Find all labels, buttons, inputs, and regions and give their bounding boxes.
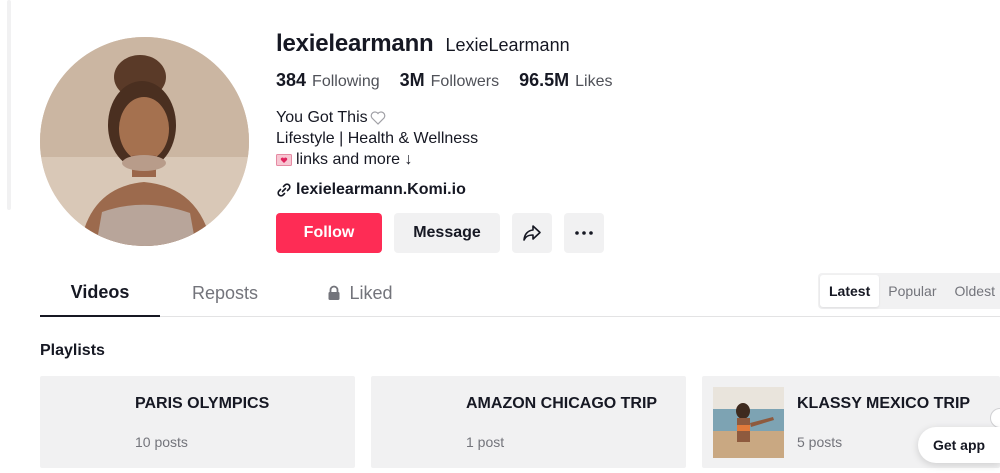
avatar-photo (40, 37, 249, 246)
playlist-title: KLASSY MEXICO TRIP (797, 395, 971, 412)
stat-number: 3M (399, 70, 425, 90)
stat-likes: 96.5M Likes (519, 70, 612, 91)
stat-number: 384 (276, 70, 307, 90)
sort-popular[interactable]: Popular (879, 275, 945, 307)
love-letter-icon (276, 153, 292, 166)
more-dots-icon (575, 231, 593, 235)
share-arrow-icon (523, 225, 541, 241)
profile-actions: Follow Message (276, 213, 604, 253)
bio-line-2: Lifestyle | Health & Wellness (276, 130, 479, 147)
stat-following[interactable]: 384 Following (276, 70, 380, 91)
username: lexielearmann (276, 30, 434, 57)
share-button[interactable] (512, 213, 552, 253)
stat-number: 96.5M (519, 70, 570, 90)
stat-label: Followers (430, 73, 500, 90)
playlist-card[interactable]: AMAZON CHICAGO TRIP 1 post (371, 376, 686, 468)
profile-stats: 384 Following 3M Followers 96.5M Likes (276, 70, 613, 91)
sort-toggle: Latest Popular Oldest (818, 273, 1000, 309)
sort-latest[interactable]: Latest (820, 275, 880, 307)
playlist-count: 5 posts (797, 434, 843, 450)
tab-videos[interactable]: Videos (40, 270, 160, 317)
playlist-count: 1 post (466, 434, 505, 450)
follow-button[interactable]: Follow (276, 213, 382, 253)
playlist-thumbnail-photo (713, 387, 784, 458)
lock-icon (328, 285, 340, 300)
tab-liked-label: Liked (349, 282, 393, 303)
bio-line-1: You Got This (276, 109, 368, 126)
tab-liked[interactable]: Liked (300, 270, 420, 316)
sort-oldest[interactable]: Oldest (946, 275, 1000, 307)
profile-header: lexielearmann LexieLearmann (276, 30, 976, 60)
profile-link-text: lexielearmann.Komi.io (296, 181, 466, 198)
link-icon (277, 183, 291, 197)
more-button[interactable] (564, 213, 604, 253)
playlist-count: 10 posts (135, 434, 188, 450)
tab-reposts[interactable]: Reposts (170, 270, 280, 316)
playlist-card[interactable]: PARIS OLYMPICS 10 posts (40, 376, 355, 468)
playlist-title: PARIS OLYMPICS (135, 395, 270, 412)
playlists-heading: Playlists (40, 342, 105, 359)
stat-label: Likes (575, 73, 613, 90)
get-app-button[interactable]: Get app (918, 427, 1000, 463)
profile-link[interactable]: lexielearmann.Komi.io (276, 181, 466, 199)
bio-line-3: links and more ↓ (296, 151, 413, 168)
avatar[interactable] (40, 37, 249, 246)
playlist-thumbnail (713, 387, 784, 458)
bio: You Got This Lifestyle | Health & Wellne… (276, 107, 478, 170)
left-scroll-rail (7, 0, 11, 210)
stat-followers[interactable]: 3M Followers (400, 70, 499, 91)
message-button[interactable]: Message (394, 213, 500, 253)
nickname: LexieLearmann (445, 35, 570, 55)
heart-outline-icon (370, 110, 385, 125)
stat-label: Following (312, 73, 380, 90)
playlist-title: AMAZON CHICAGO TRIP (466, 395, 658, 412)
